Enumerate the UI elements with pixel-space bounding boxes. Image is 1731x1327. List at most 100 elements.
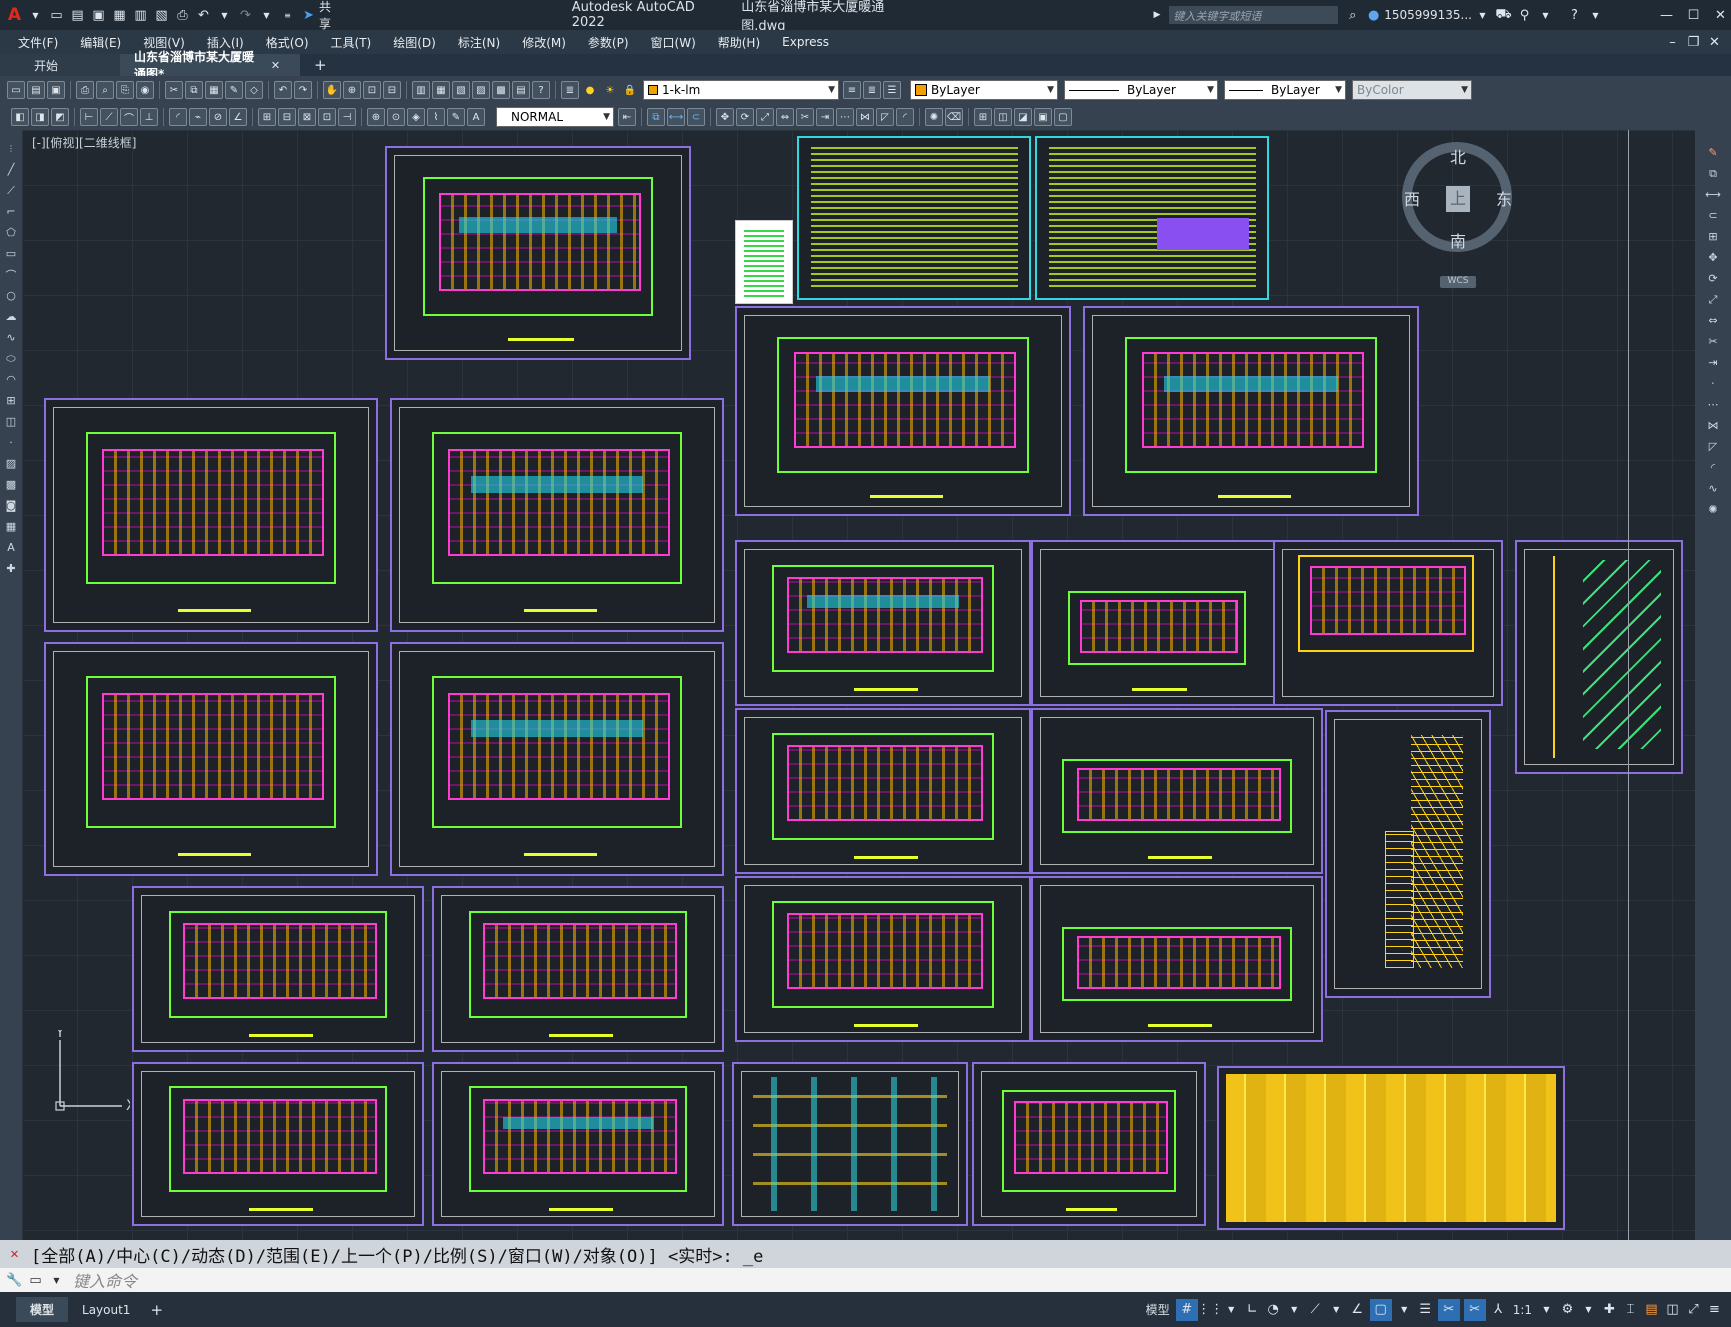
explode-icon[interactable]: ✺ xyxy=(925,108,943,126)
redo-dropdown-icon[interactable]: ▼ xyxy=(258,7,275,24)
fillet-right-icon[interactable]: ◜ xyxy=(1705,459,1722,476)
annotation-scale-icon[interactable]: ⅄ xyxy=(1490,1301,1507,1318)
command-input[interactable]: 键入命令 xyxy=(73,1268,1731,1292)
wipeout-icon[interactable]: ▢ xyxy=(1054,108,1072,126)
sheet-g4[interactable] xyxy=(1031,876,1323,1042)
grip-handle-icon[interactable]: ⋮ xyxy=(3,140,20,157)
chamfer-right-icon[interactable]: ◸ xyxy=(1705,438,1722,455)
zoom-realtime-icon[interactable]: ⊕ xyxy=(343,81,361,99)
new-icon[interactable]: ▭ xyxy=(7,81,25,99)
stretch-right-icon[interactable]: ⇔ xyxy=(1705,312,1722,329)
3dprint-icon[interactable]: ◉ xyxy=(136,81,154,99)
jogged-linear-icon[interactable]: ⌇ xyxy=(427,108,445,126)
dim-jogged-icon[interactable]: ⌁ xyxy=(189,108,207,126)
user-name[interactable]: 1505999135... xyxy=(1384,8,1472,22)
sheet-equipment-table[interactable] xyxy=(1217,1066,1565,1230)
command-recent-dropdown-icon[interactable]: ▼ xyxy=(48,1272,65,1289)
blend-icon[interactable]: ∿ xyxy=(1705,480,1722,497)
make-current-icon[interactable]: ≡ xyxy=(843,81,861,99)
share-button[interactable]: 共享 xyxy=(319,0,342,32)
properties-icon[interactable]: ▥ xyxy=(412,81,430,99)
annotation-monitor-icon[interactable]: ✚ xyxy=(1601,1301,1618,1318)
sheet-d2[interactable] xyxy=(1031,540,1283,706)
viewport-controls-label[interactable]: [-][俯视][二维线框] xyxy=(32,134,136,151)
dim-diameter-icon[interactable]: ⊘ xyxy=(209,108,227,126)
area-icon[interactable]: ◨ xyxy=(31,108,49,126)
construction-line-icon[interactable]: ⟋ xyxy=(3,182,20,199)
auto-scale-icon[interactable]: ✂ xyxy=(1463,1298,1486,1321)
units-icon[interactable]: ⌶ xyxy=(1622,1301,1639,1318)
plotstyle-dropdown[interactable]: ByColor ▼ xyxy=(1352,80,1472,100)
fillet-icon[interactable]: ◜ xyxy=(896,108,914,126)
object-snap-tracking-icon[interactable]: ∠ xyxy=(1349,1301,1366,1318)
move-icon[interactable]: ✥ xyxy=(716,108,734,126)
plot-icon[interactable]: ⎙ xyxy=(174,7,191,24)
menu-help[interactable]: 帮助(H) xyxy=(707,34,771,51)
customize-status-icon[interactable]: ≡ xyxy=(1706,1301,1723,1318)
zoom-window-icon[interactable]: ⊡ xyxy=(363,81,381,99)
help-tb-icon[interactable]: ? xyxy=(532,81,550,99)
sheet-g2[interactable] xyxy=(432,886,724,1052)
rectangle-icon[interactable]: ▭ xyxy=(3,245,20,262)
polygon-icon[interactable]: ⬠ xyxy=(3,224,20,241)
sheet-riser-diagram[interactable] xyxy=(1515,540,1683,774)
center-mark-icon[interactable]: ⊙ xyxy=(387,108,405,126)
qsaveas-icon[interactable]: ▦ xyxy=(111,7,128,24)
sheet-e2[interactable] xyxy=(390,642,724,876)
polar-icon[interactable]: ◔ xyxy=(1265,1301,1282,1318)
circle-icon[interactable]: ○ xyxy=(3,287,20,304)
qopen-icon[interactable]: ▤ xyxy=(69,7,86,24)
sheet-c2[interactable] xyxy=(390,398,724,632)
share-icon[interactable]: ➤ xyxy=(300,7,317,24)
polyline-icon[interactable]: ⌐ xyxy=(3,203,20,220)
design-center-icon[interactable]: ▦ xyxy=(432,81,450,99)
ellipse-icon[interactable]: ⬭ xyxy=(3,350,20,367)
sheet-h4[interactable] xyxy=(972,1062,1206,1226)
trim-right-icon[interactable]: ✂ xyxy=(1705,333,1722,350)
pan-icon[interactable]: ✋ xyxy=(323,81,341,99)
app-menu-chevron-icon[interactable]: ▼ xyxy=(27,7,44,24)
layer-state-icon[interactable]: ☰ xyxy=(883,81,901,99)
autocad-logo-icon[interactable]: A xyxy=(6,5,23,25)
arc-icon[interactable]: ⌒ xyxy=(3,266,20,283)
extend-icon[interactable]: ⇥ xyxy=(816,108,834,126)
dim-radius-icon[interactable]: ◜ xyxy=(169,108,187,126)
dim-text-edit-icon[interactable]: A xyxy=(467,108,485,126)
object-snap-icon[interactable]: ▢ xyxy=(1369,1298,1392,1321)
cart-icon[interactable]: ⛟ xyxy=(1495,7,1512,24)
sheet-b2[interactable] xyxy=(1083,306,1419,516)
qsave-icon[interactable]: ▣ xyxy=(90,7,107,24)
dim-edit-icon[interactable]: ✎ xyxy=(447,108,465,126)
tab-add-button[interactable]: + xyxy=(300,54,341,76)
plot-preview-icon[interactable]: ⌕ xyxy=(96,81,114,99)
redo-tb-icon[interactable]: ↷ xyxy=(294,81,312,99)
menu-file[interactable]: 文件(F) xyxy=(0,34,69,51)
linetype-dropdown[interactable]: ByLayer ▼ xyxy=(1064,80,1218,100)
search-icon[interactable]: ⌕ xyxy=(1344,7,1361,24)
quick-properties-icon[interactable]: ▤ xyxy=(1643,1301,1660,1318)
save-icon[interactable]: ▣ xyxy=(47,81,65,99)
dim-angular-icon[interactable]: ∠ xyxy=(229,108,247,126)
insert-block-icon[interactable]: ⊞ xyxy=(3,392,20,409)
break-right-icon[interactable]: ⋯ xyxy=(1705,396,1722,413)
isolate-objects-icon[interactable]: ◫ xyxy=(1664,1301,1681,1318)
break-point-icon[interactable]: ⋅ xyxy=(1705,375,1722,392)
snap-dropdown-icon[interactable]: ▼ xyxy=(1223,1301,1240,1318)
sheet-f2[interactable] xyxy=(1031,708,1323,874)
snap-icon[interactable]: ⋮⋮ xyxy=(1197,1301,1223,1318)
sheet-h2[interactable] xyxy=(432,1062,724,1226)
annotation-visibility-icon[interactable]: ✂ xyxy=(1437,1298,1460,1321)
add-selected-icon[interactable]: ✚ xyxy=(3,560,20,577)
layout-tab-add[interactable]: + xyxy=(144,1297,169,1323)
sheet-c1[interactable] xyxy=(44,398,378,632)
dim-continue-icon[interactable]: ⊠ xyxy=(298,108,316,126)
lineweight-display-icon[interactable]: ☰ xyxy=(1417,1301,1434,1318)
menu-format[interactable]: 格式(O) xyxy=(255,34,320,51)
workspace-dropdown-icon[interactable]: ▼ xyxy=(1580,1301,1597,1318)
zoom-previous-icon[interactable]: ⊟ xyxy=(383,81,401,99)
array-icon[interactable]: ⊞ xyxy=(1705,228,1722,245)
object-snap-dropdown-icon[interactable]: ▼ xyxy=(1396,1301,1413,1318)
layer-properties-icon[interactable]: ≣ xyxy=(561,81,579,99)
spline-icon[interactable]: ∿ xyxy=(3,329,20,346)
tab-start[interactable]: 开始 xyxy=(0,54,120,76)
